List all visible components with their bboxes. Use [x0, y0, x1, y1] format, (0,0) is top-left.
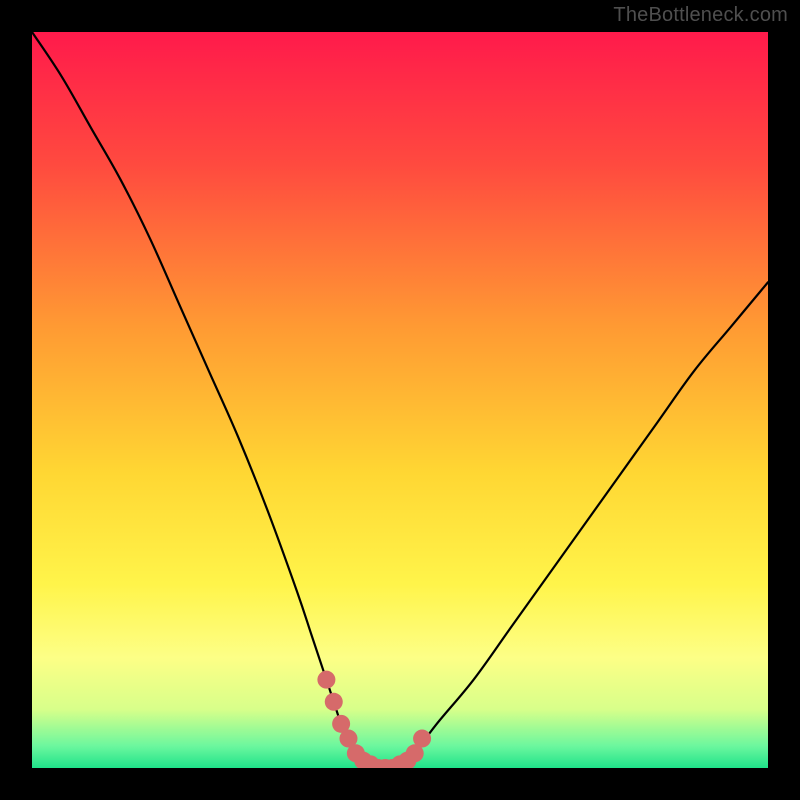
chart-frame: TheBottleneck.com [0, 0, 800, 800]
curve-svg [32, 32, 768, 768]
plot-area [32, 32, 768, 768]
valley-point [325, 693, 343, 711]
watermark-text: TheBottleneck.com [613, 4, 788, 27]
bottleneck-curve-path [32, 32, 768, 768]
valley-points-group [317, 671, 431, 768]
valley-point [413, 730, 431, 748]
valley-point [317, 671, 335, 689]
